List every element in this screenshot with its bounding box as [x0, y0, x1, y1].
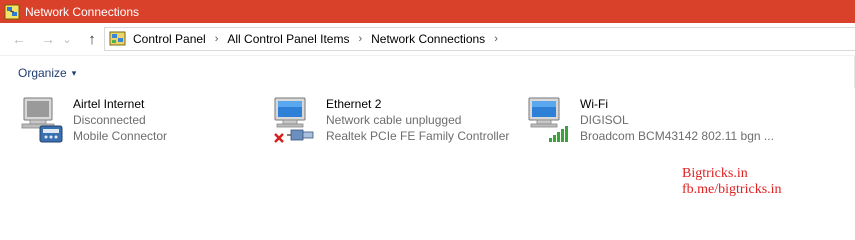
watermark-site: Bigtricks.in — [682, 166, 748, 181]
connection-device: Realtek PCIe FE Family Controller — [326, 129, 510, 143]
ethernet-connection-icon — [271, 96, 319, 144]
chevron-down-icon: ⌄ — [62, 33, 72, 46]
connection-status: DIGISOL — [580, 113, 629, 127]
breadcrumb-all-control-panel-items[interactable]: All Control Panel Items — [227, 32, 349, 46]
connection-status: Network cable unplugged — [326, 113, 462, 127]
command-bar: Organize ▾ — [0, 55, 855, 88]
breadcrumb-control-panel[interactable]: Control Panel — [133, 32, 206, 46]
control-panel-icon — [109, 31, 127, 47]
modem-connection-icon — [18, 96, 66, 144]
connection-name: Ethernet 2 — [326, 97, 382, 111]
network-connections-app-icon — [4, 4, 20, 20]
connection-item-airtel-internet[interactable]: Airtel Internet Disconnected Mobile Conn… — [18, 96, 258, 146]
up-button[interactable]: ↑ — [82, 29, 102, 49]
breadcrumb-separator-icon[interactable]: › — [358, 33, 362, 45]
connection-device: Mobile Connector — [73, 129, 168, 143]
connection-item-wi-fi[interactable]: Wi-Fi DIGISOL Broadcom BCM43142 802.11 b… — [525, 96, 775, 146]
organize-button[interactable]: Organize ▾ — [18, 66, 76, 80]
connection-name: Wi-Fi — [580, 97, 608, 111]
recent-locations-button[interactable]: ⌄ — [60, 29, 74, 49]
window-title: Network Connections — [25, 4, 140, 19]
back-button[interactable]: ← — [9, 29, 29, 49]
up-arrow-icon: ↑ — [88, 30, 96, 48]
back-arrow-icon: ← — [12, 31, 26, 47]
organize-label: Organize — [18, 66, 67, 80]
connection-name: Airtel Internet — [73, 97, 145, 111]
chevron-down-icon: ▾ — [71, 67, 77, 78]
breadcrumb-separator-icon[interactable]: › — [494, 33, 498, 45]
connection-item-ethernet-2[interactable]: Ethernet 2 Network cable unplugged Realt… — [271, 96, 521, 146]
connection-status: Disconnected — [73, 113, 146, 127]
connection-device: Broadcom BCM43142 802.11 bgn ... — [580, 129, 774, 143]
address-bar[interactable]: Control Panel › All Control Panel Items … — [104, 27, 855, 51]
forward-arrow-icon: → — [41, 31, 55, 47]
breadcrumb-separator-icon[interactable]: › — [215, 33, 219, 45]
forward-button[interactable]: → — [38, 29, 58, 49]
breadcrumb-network-connections[interactable]: Network Connections — [371, 32, 485, 46]
wifi-connection-icon — [525, 96, 573, 144]
title-bar: Network Connections — [0, 0, 855, 23]
navigation-bar: ← → ⌄ ↑ Control Panel › All Control Pane… — [0, 23, 855, 55]
watermark-facebook: fb.me/bigtricks.in — [682, 182, 782, 197]
